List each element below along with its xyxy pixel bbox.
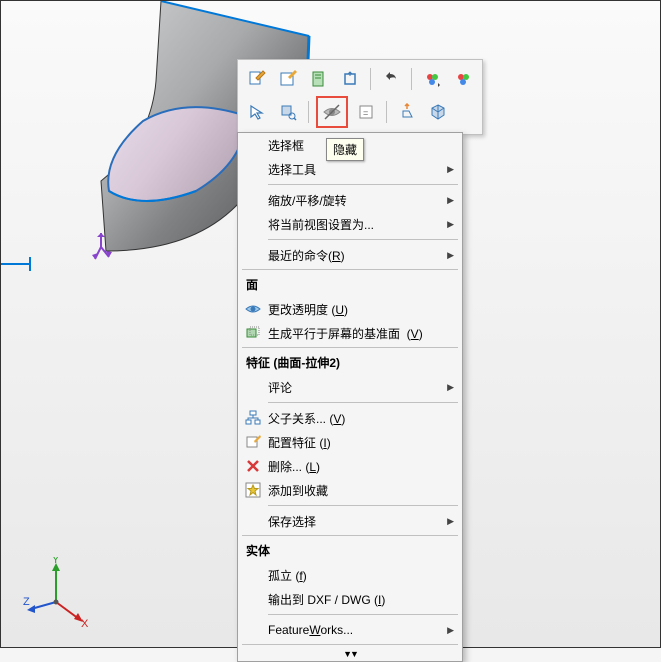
submenu-arrow-icon: ▶ — [447, 625, 454, 636]
menu-label: 更改透明度 (U) — [268, 301, 454, 318]
display-state-icon[interactable]: = — [353, 99, 379, 125]
blank-icon — [242, 564, 264, 586]
zoom-selection-icon[interactable] — [275, 99, 301, 125]
menu-parent-child[interactable]: 父子关系... (V) — [238, 406, 462, 430]
menu-label: FeatureWorks... — [268, 623, 447, 637]
menu-delete[interactable]: 删除... (L) — [238, 454, 462, 478]
menu-label: 缩放/平移/旋转 — [268, 192, 447, 209]
isometric-icon[interactable] — [425, 99, 451, 125]
menu-label: 最近的命令(R) — [268, 247, 447, 264]
blank-icon — [242, 588, 264, 610]
submenu-arrow-icon: ▶ — [447, 219, 454, 230]
menu-label: 配置特征 (I) — [268, 434, 454, 451]
blank-icon — [242, 244, 264, 266]
menu-section-body: 实体 — [238, 538, 462, 563]
toolbar-separator — [386, 101, 387, 123]
select-other-icon[interactable] — [244, 99, 270, 125]
menu-section-feature: 特征 (曲面-拉伸2) — [238, 350, 462, 375]
suppress-icon[interactable] — [337, 66, 363, 92]
blank-icon — [242, 189, 264, 211]
edit-sketch-icon[interactable] — [275, 66, 301, 92]
menu-save-selection[interactable]: 保存选择 ▶ — [238, 509, 462, 533]
submenu-arrow-icon: ▶ — [447, 195, 454, 206]
menu-label: 选择工具 — [268, 161, 447, 178]
toolbar-separator — [370, 68, 371, 90]
menu-add-favorite[interactable]: 添加到收藏 — [238, 478, 462, 502]
properties-icon[interactable] — [306, 66, 332, 92]
menu-separator — [268, 184, 458, 185]
menu-label: 将当前视图设置为... — [268, 216, 447, 233]
menu-comment[interactable]: 评论 ▶ — [238, 375, 462, 399]
menu-separator — [268, 505, 458, 506]
toolbar-separator — [411, 68, 412, 90]
appearance2-icon[interactable] — [450, 66, 476, 92]
menu-separator — [242, 269, 458, 270]
menu-separator — [242, 644, 458, 645]
delete-icon — [242, 455, 264, 477]
svg-text:=: = — [363, 108, 368, 118]
tooltip: 隐藏 — [326, 138, 364, 161]
menu-separator — [268, 239, 458, 240]
menu-configure-feature[interactable]: 配置特征 (I) — [238, 430, 462, 454]
blank-icon — [242, 510, 264, 532]
menu-label: 输出到 DXF / DWG (I) — [268, 591, 454, 608]
eye-icon — [242, 298, 264, 320]
svg-text:Y: Y — [52, 557, 60, 566]
submenu-arrow-icon: ▶ — [447, 250, 454, 261]
blank-icon — [242, 134, 264, 156]
menu-change-transparency[interactable]: 更改透明度 (U) — [238, 297, 462, 321]
menu-label: 孤立 (f) — [268, 567, 454, 584]
star-icon — [242, 479, 264, 501]
edit-feature-icon[interactable] — [244, 66, 270, 92]
menu-zoom-pan-rotate[interactable]: 缩放/平移/旋转 ▶ — [238, 188, 462, 212]
menu-export-dxf[interactable]: 输出到 DXF / DWG (I) — [238, 587, 462, 611]
menu-label: 评论 — [268, 379, 447, 396]
menu-section-face: 面 — [238, 272, 462, 297]
menu-separator — [268, 402, 458, 403]
menu-label: 添加到收藏 — [268, 482, 454, 499]
appearance-icon[interactable] — [419, 66, 445, 92]
submenu-arrow-icon: ▶ — [447, 164, 454, 175]
blank-icon — [242, 213, 264, 235]
centerline — [1, 263, 31, 265]
plane-icon — [242, 322, 264, 344]
svg-text:X: X — [81, 618, 89, 627]
config-icon — [242, 431, 264, 453]
menu-set-current-view[interactable]: 将当前视图设置为... ▶ — [238, 212, 462, 236]
menu-recent-commands[interactable]: 最近的命令(R) ▶ — [238, 243, 462, 267]
menu-separator — [268, 614, 458, 615]
coordinate-triad: Y X Z — [21, 557, 91, 627]
menu-isolate[interactable]: 孤立 (f) — [238, 563, 462, 587]
undo-icon[interactable] — [378, 66, 404, 92]
menu-expand-icon[interactable]: ▼▼ — [238, 647, 462, 661]
submenu-arrow-icon: ▶ — [447, 516, 454, 527]
menu-label: 生成平行于屏幕的基准面 (V) — [268, 325, 454, 342]
blank-icon — [242, 376, 264, 398]
context-toolbar: = — [237, 59, 483, 135]
menu-label: 删除... (L) — [268, 458, 454, 475]
menu-separator — [242, 347, 458, 348]
blank-icon — [242, 158, 264, 180]
blank-icon — [242, 619, 264, 641]
submenu-arrow-icon: ▶ — [447, 382, 454, 393]
menu-label: 父子关系... (V) — [268, 410, 454, 427]
menu-separator — [242, 535, 458, 536]
svg-text:Z: Z — [23, 596, 30, 608]
menu-featureworks[interactable]: FeatureWorks... ▶ — [238, 618, 462, 642]
toolbar-separator — [308, 101, 309, 123]
tree-icon — [242, 407, 264, 429]
hide-icon[interactable] — [316, 96, 348, 128]
centerline-tick — [29, 257, 31, 271]
menu-label: 保存选择 — [268, 513, 447, 530]
context-menu: 选择框 选择工具 ▶ 缩放/平移/旋转 ▶ 将当前视图设置为... ▶ 最近的命… — [237, 132, 463, 662]
normal-to-icon[interactable] — [394, 99, 420, 125]
menu-create-parallel-plane[interactable]: 生成平行于屏幕的基准面 (V) — [238, 321, 462, 345]
